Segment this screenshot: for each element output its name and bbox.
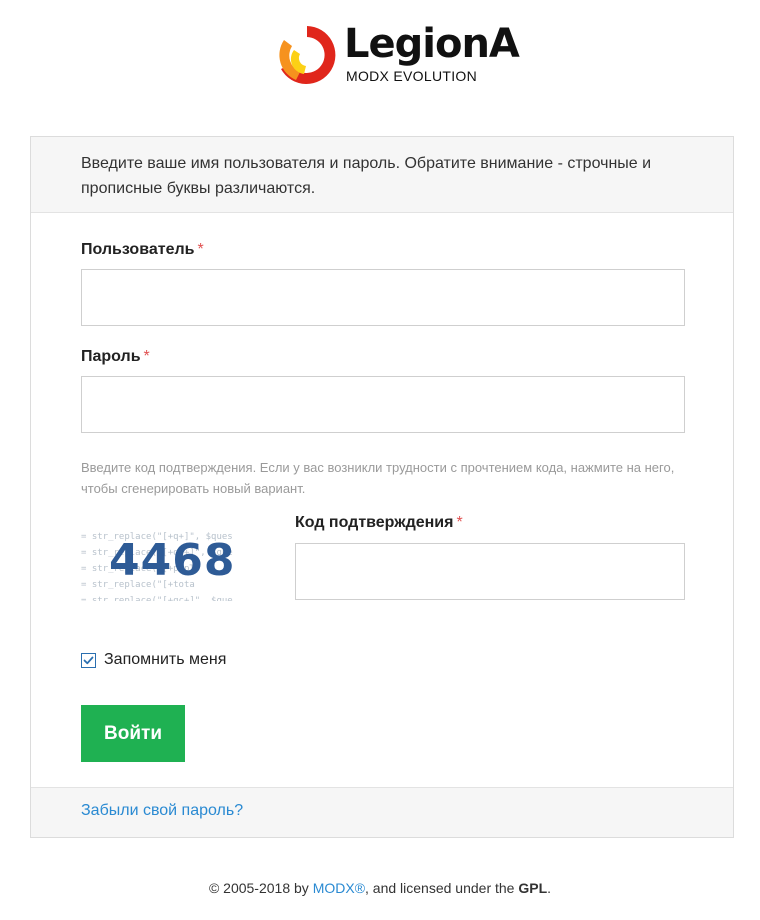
username-label: Пользователь * (81, 241, 204, 259)
required-mark: * (456, 514, 463, 531)
logo-subtitle: MODX EVOLUTION (346, 68, 477, 84)
copyright-suffix: . (547, 880, 552, 896)
login-button[interactable]: Войти (81, 705, 185, 762)
captcha-image[interactable]: = str_replace("[+q+]", $ques = str_repla… (81, 525, 258, 601)
password-label-text: Пароль (81, 348, 141, 365)
captcha-hint: Введите код подтверждения. Если у вас во… (81, 460, 675, 496)
captcha-label-text: Код подтверждения (295, 514, 454, 531)
captcha-code-value: 4468 (109, 535, 236, 586)
password-input[interactable] (81, 376, 685, 433)
legiona-logo-icon (279, 26, 336, 84)
remember-me-label: Запомнить меня (104, 651, 227, 668)
login-page: LegionA MODX EVOLUTION Введите ваше имя … (0, 0, 760, 920)
remember-me-checkbox[interactable] (81, 652, 96, 668)
card-footer: Забыли свой пароль? (31, 787, 733, 837)
required-mark: * (197, 241, 204, 258)
copyright-middle: , and licensed under the (365, 880, 519, 896)
logo-title: LegionA (344, 21, 520, 67)
captcha-input[interactable] (295, 543, 685, 600)
login-card: Введите ваше имя пользователя и пароль. … (30, 136, 734, 838)
modx-link[interactable]: MODX® (313, 880, 365, 896)
password-label: Пароль * (81, 348, 150, 366)
copyright: © 2005-2018 by MODX®, and licensed under… (0, 880, 760, 896)
gpl-text: GPL (518, 880, 548, 896)
username-label-text: Пользователь (81, 241, 195, 258)
copyright-prefix: © 2005-2018 by (208, 880, 313, 896)
logo: LegionA MODX EVOLUTION (274, 22, 520, 88)
captcha-label: Код подтверждения * (295, 514, 463, 532)
card-header: Введите ваше имя пользователя и пароль. … (31, 137, 733, 213)
remember-me-toggle[interactable]: Запомнить меня (81, 649, 226, 671)
forgot-password-link[interactable]: Забыли свой пароль? (81, 802, 243, 820)
checkmark-icon (83, 656, 94, 664)
intro-text: Введите ваше имя пользователя и пароль. … (81, 155, 652, 197)
username-input[interactable] (81, 269, 685, 326)
required-mark: * (143, 348, 150, 365)
